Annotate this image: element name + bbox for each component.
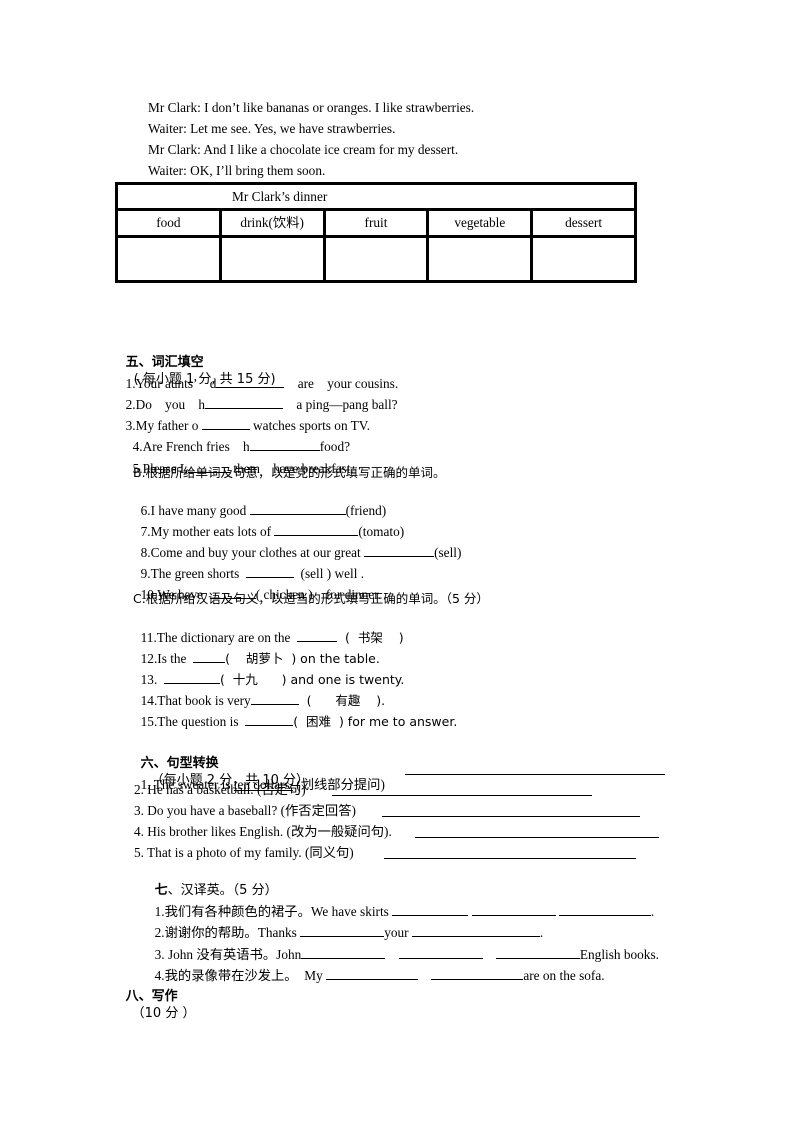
column-header-fruit: fruit [325, 211, 430, 238]
question-text: . [650, 904, 655, 919]
answer-cell-food[interactable] [118, 238, 222, 280]
dinner-table: Mr Clark’s dinner food drink(饮料) fruit v… [115, 182, 637, 283]
section8-heading: 八、写作 [125, 989, 178, 1004]
transform-question-4: 4. His brother likes English. (改为一般疑问句). [134, 824, 392, 839]
answer-blank[interactable] [431, 967, 524, 980]
answer-cell-dessert[interactable] [533, 238, 634, 280]
question-text: (sell) [434, 545, 462, 560]
dialogue-line-4: Waiter: OK, I’ll bring them soon. [148, 163, 326, 178]
answer-line-1[interactable] [405, 762, 665, 775]
answer-blank[interactable] [245, 713, 294, 726]
question-15: 15.The question is ( 困难 ) for me to answ… [134, 697, 458, 730]
dinner-table-header-row: food drink(饮料) fruit vegetable dessert [118, 211, 634, 238]
section5-partB-heading: B.根据所给单词及句意，以是党的形式填写正确的单词。 [133, 465, 446, 480]
answer-cell-drink[interactable] [222, 238, 326, 280]
dinner-table-title: Mr Clark’s dinner [232, 189, 328, 204]
question-hint: ( 困难 ) for me to answer. [293, 714, 458, 729]
column-header-vegetable: vegetable [429, 211, 534, 238]
dialogue-line-2: Waiter: Let me see. Yes, we have strawbe… [148, 121, 396, 136]
transform-question-2: 2. He has a basketball. (否定句) [134, 782, 306, 797]
answer-cell-fruit[interactable] [326, 238, 430, 280]
answer-blank[interactable] [558, 903, 651, 916]
dialogue-line-3: Mr Clark: And I like a chocolate ice cre… [148, 142, 459, 157]
answer-line-4[interactable] [415, 825, 659, 838]
question-text: are on the sofa. [523, 968, 605, 983]
column-header-dessert: dessert [533, 211, 634, 238]
answer-line-3[interactable] [382, 804, 640, 817]
transform-question-3: 3. Do you have a baseball? (作否定回答) [134, 803, 356, 818]
column-header-food: food [118, 211, 222, 238]
translate-question-4: 4.我的录像带在沙发上。 My are on the sofa. [148, 951, 605, 984]
section8-header: 八、写作 （10 分 ） [119, 972, 196, 1022]
section8-note: （10 分 ） [131, 1006, 196, 1021]
answer-blank[interactable] [326, 967, 419, 980]
dinner-table-title-row: Mr Clark’s dinner [118, 185, 634, 211]
answer-line-2[interactable] [332, 783, 592, 796]
answer-blank[interactable] [364, 544, 435, 557]
dinner-table-answer-row [118, 238, 634, 280]
section5-partC-heading: C.根据所给汉语及句义，以适当的形式填写正确的单词。（5 分） [133, 591, 489, 606]
transform-question-5: 5. That is a photo of my family. (同义句) [134, 845, 354, 860]
dialogue-line-1: Mr Clark: I don’t like bananas or orange… [148, 100, 475, 115]
answer-line-5[interactable] [384, 846, 636, 859]
column-header-drink: drink(饮料) [221, 211, 326, 238]
question-text: 15.The question is [140, 714, 246, 729]
answer-cell-vegetable[interactable] [429, 238, 534, 280]
